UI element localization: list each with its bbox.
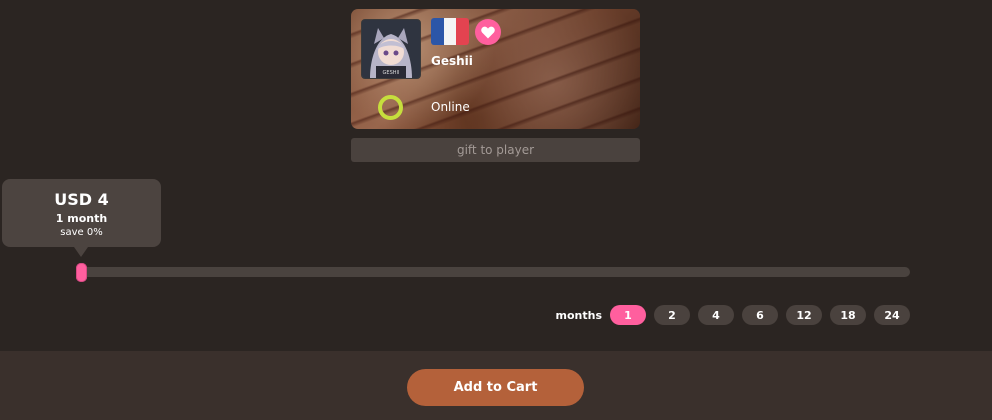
month-option-24[interactable]: 24 <box>874 305 910 325</box>
player-avatar: GESHII <box>361 19 421 79</box>
heart-icon <box>481 26 495 38</box>
flag-stripe <box>443 18 457 45</box>
month-options: 1 2 4 6 12 18 24 <box>610 305 910 325</box>
avatar-portrait-icon: GESHII <box>362 20 420 78</box>
month-option-1[interactable]: 1 <box>610 305 646 325</box>
months-slider-track[interactable] <box>76 267 910 277</box>
months-label: months <box>555 308 603 322</box>
cart-footer: Add to Cart <box>0 351 992 420</box>
avatar-caption: GESHII <box>383 70 400 76</box>
month-option-4[interactable]: 4 <box>698 305 734 325</box>
country-flag-icon <box>431 18 469 45</box>
flag-stripe <box>431 18 444 45</box>
gift-to-player-button[interactable]: gift to player <box>351 138 640 162</box>
months-slider-handle[interactable] <box>76 263 87 282</box>
flag-stripe <box>456 18 469 45</box>
price-label: USD 4 <box>54 190 109 209</box>
price-tooltip: USD 4 1 month save 0% <box>2 179 161 257</box>
online-status-icon <box>378 95 403 120</box>
duration-label: 1 month <box>55 212 108 225</box>
months-selector: months 1 2 4 6 12 18 24 <box>555 305 910 325</box>
month-option-2[interactable]: 2 <box>654 305 690 325</box>
savings-label: save 0% <box>60 227 103 238</box>
player-card: GESHII Geshii Online <box>351 9 640 129</box>
add-to-cart-button[interactable]: Add to Cart <box>407 369 584 406</box>
month-option-12[interactable]: 12 <box>786 305 822 325</box>
month-option-18[interactable]: 18 <box>830 305 866 325</box>
month-option-6[interactable]: 6 <box>742 305 778 325</box>
favorite-button[interactable] <box>475 19 501 45</box>
player-status: Online <box>431 100 470 114</box>
player-name: Geshii <box>431 54 473 68</box>
